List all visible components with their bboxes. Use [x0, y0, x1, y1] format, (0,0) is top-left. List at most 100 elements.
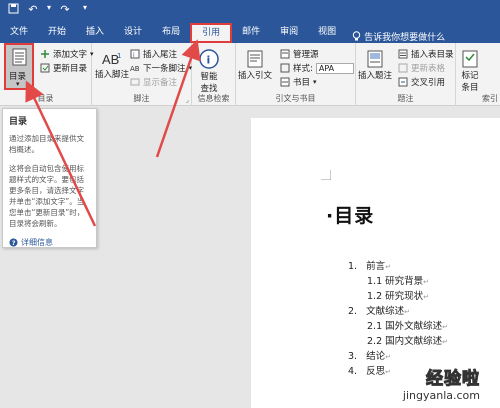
style-value[interactable]: APA: [315, 62, 354, 74]
caption-icon: [367, 50, 383, 68]
tab-insert[interactable]: 插入: [76, 23, 114, 43]
insert-citation-label: 插入引文: [238, 71, 273, 81]
table-of-figures-icon: [398, 49, 408, 59]
undo-icon[interactable]: ↶: [26, 3, 40, 17]
toc-entry-4: 4. 反思↵: [348, 366, 392, 377]
show-notes-label: 显示备注: [143, 78, 178, 88]
manage-sources-label: 管理源: [293, 50, 319, 60]
group-index: 标记条目 索引: [456, 43, 500, 106]
redo-icon[interactable]: ↷: [58, 3, 72, 17]
bibliography-button[interactable]: 书目 ▾: [280, 76, 317, 88]
tell-me-text: 告诉我你想要做什么: [364, 33, 446, 43]
group-captions: 插入题注 插入表目录 更新表格 交叉引用 题注: [356, 43, 456, 106]
cross-reference-button[interactable]: 交叉引用: [398, 76, 445, 88]
update-table-label: 更新表格: [411, 64, 446, 74]
insert-endnote-label: 插入尾注: [143, 50, 178, 60]
show-notes-button[interactable]: 显示备注: [130, 76, 177, 88]
update-toc-button[interactable]: 更新目录: [40, 62, 87, 74]
dialog-launcher-icon[interactable]: ⌟: [186, 96, 189, 104]
next-footnote-button[interactable]: AB 下一条脚注 ▾: [130, 62, 192, 74]
style-icon: [280, 63, 290, 73]
manage-sources-icon: [280, 49, 290, 59]
cross-reference-label: 交叉引用: [411, 78, 446, 88]
insert-footnote-label: 插入脚注: [95, 70, 130, 80]
toc-entry-2: 2. 文献综述↵: [348, 306, 411, 317]
tooltip-title: 目录: [9, 117, 28, 127]
bibliography-icon: [280, 77, 290, 87]
customize-qat-icon[interactable]: ▾: [78, 3, 92, 17]
toc-entry-2-1: 2.1 国外文献综述↵: [367, 321, 449, 332]
undo-dropdown-icon[interactable]: ▾: [46, 3, 52, 17]
group-label-index: 索引: [482, 94, 498, 103]
tab-design[interactable]: 设计: [114, 23, 152, 43]
show-notes-icon: [130, 78, 140, 86]
smart-lookup-icon: i: [199, 49, 219, 69]
manage-sources-button[interactable]: 管理源: [280, 48, 319, 60]
next-footnote-icon: AB: [130, 65, 140, 73]
tab-review[interactable]: 审阅: [270, 23, 308, 43]
insert-endnote-button[interactable]: i 插入尾注: [130, 48, 177, 60]
add-text-icon: [41, 50, 49, 58]
svg-text:1: 1: [117, 52, 121, 60]
group-footnotes: AB 1 插入脚注 i 插入尾注 AB 下一条脚注 ▾ 显示备注 脚注 ⌟: [92, 43, 192, 106]
margin-corner-mark: [321, 170, 331, 180]
tooltip-more-info-link[interactable]: ? 详细信息: [9, 237, 90, 248]
toc-entry-3: 3. 结论↵: [348, 351, 392, 362]
quick-access-toolbar: ↶ ▾ ↷ ▾: [6, 3, 92, 17]
group-label-footnotes: 脚注: [133, 94, 150, 103]
group-label-research: 信息检索: [197, 94, 230, 103]
toc-entry-2-2: 2.2 国内文献综述↵: [367, 336, 449, 347]
toc-tooltip: 目录 通过添加目录来提供文档概述。 这将会自动包含使用标题样式的文字。要包括更多…: [2, 108, 97, 248]
insert-table-of-figures-button[interactable]: 插入表目录: [398, 48, 454, 60]
mark-entry-label: 标记条目: [461, 71, 479, 93]
update-table-button[interactable]: 更新表格: [398, 62, 445, 74]
cross-reference-icon: [398, 77, 408, 87]
smart-lookup-button[interactable]: i 智能查找: [198, 48, 220, 94]
update-toc-label: 更新目录: [53, 64, 88, 74]
next-footnote-label: 下一条脚注: [143, 64, 186, 74]
insert-caption-button[interactable]: 插入题注: [358, 49, 392, 81]
update-table-icon: [398, 63, 408, 73]
ribbon: 目录 ▾ 添加文字 ▾ 更新目录 目录 AB 1 插入脚注 i 插入尾注 AB 下…: [0, 43, 500, 106]
toc-button[interactable]: 目录 ▾: [4, 43, 34, 90]
watermark: 经验啦 jingyanla.com: [402, 364, 480, 403]
toc-entry-1-2: 1.2 研究现状↵: [367, 291, 430, 302]
tab-layout[interactable]: 布局: [152, 23, 190, 43]
tell-me-box[interactable]: 告诉我你想要做什么: [346, 30, 445, 43]
insert-citation-button[interactable]: 插入引文: [238, 49, 272, 81]
group-toc: 目录 ▾ 添加文字 ▾ 更新目录 目录: [0, 43, 94, 106]
footnote-icon: AB1: [102, 52, 121, 67]
tab-file[interactable]: 文件: [0, 23, 38, 43]
chevron-down-icon: ▾: [16, 80, 20, 88]
toc-icon: [12, 48, 27, 66]
svg-text:AB: AB: [130, 65, 140, 73]
group-label-captions: 题注: [397, 94, 414, 103]
add-text-button[interactable]: 添加文字 ▾: [40, 48, 94, 60]
smart-lookup-label: 智能查找: [200, 72, 218, 94]
tab-references[interactable]: 引用: [190, 23, 233, 43]
mark-entry-button[interactable]: 标记条目: [460, 49, 480, 93]
add-text-label: 添加文字: [53, 50, 88, 60]
insert-footnote-button[interactable]: AB 1 插入脚注: [95, 50, 129, 80]
save-icon[interactable]: [6, 3, 20, 17]
style-select[interactable]: 样式: APA: [280, 62, 354, 74]
tab-mailings[interactable]: 邮件: [232, 23, 270, 43]
doc-toc-title: ·目录: [326, 205, 375, 227]
style-label: 样式:: [293, 64, 313, 74]
group-label-citations: 引文与书目: [275, 94, 316, 103]
insert-table-of-figures-label: 插入表目录: [411, 50, 454, 60]
insert-caption-label: 插入题注: [358, 71, 393, 81]
svg-text:i: i: [207, 54, 211, 67]
toc-entry-1-1: 1.1 研究背景↵: [367, 276, 430, 287]
toc-entry-1: 1. 前言↵: [348, 261, 392, 272]
tab-view[interactable]: 视图: [308, 23, 346, 43]
tooltip-description: 通过添加目录来提供文档概述。: [9, 134, 84, 154]
group-citations: 插入引文 管理源 样式: APA 书目 ▾ 引文与书目: [236, 43, 356, 106]
watermark-url: jingyanla.com: [402, 389, 480, 402]
group-research: i 智能查找 信息检索: [192, 43, 236, 106]
tab-home[interactable]: 开始: [38, 23, 76, 43]
group-label-toc: 目录: [37, 94, 54, 103]
help-icon: ?: [9, 238, 18, 247]
endnote-icon: i: [130, 49, 140, 59]
tooltip-more-info-label: 详细信息: [21, 238, 53, 247]
